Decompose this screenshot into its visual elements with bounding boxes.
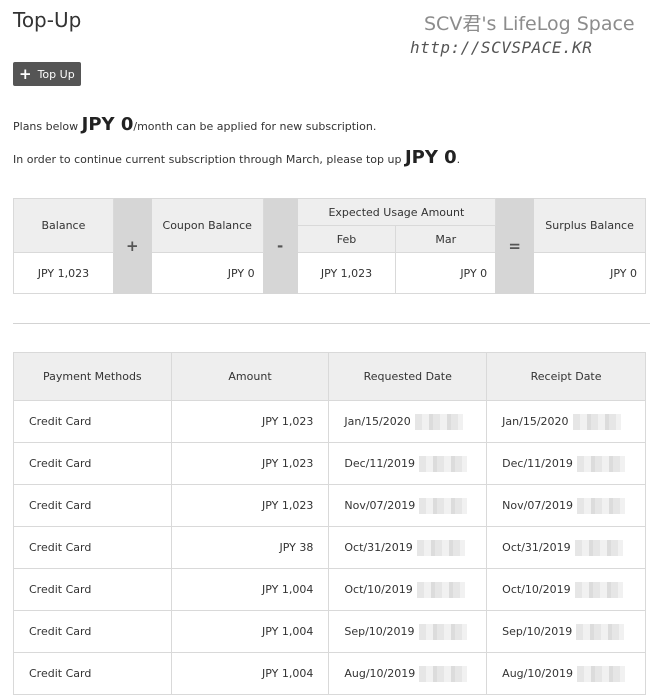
redacted-time	[416, 539, 465, 556]
payment-method: Credit Card	[13, 568, 172, 611]
redacted-time	[574, 581, 623, 598]
topup-message: In order to continue current subscriptio…	[13, 147, 460, 168]
surplus-balance-header: Surplus Balance	[533, 198, 646, 253]
payment-amount: JPY 1,023	[170, 442, 330, 485]
plus-operator: +	[112, 198, 152, 294]
page-title: Top-Up	[13, 8, 82, 32]
table-row: Credit Card JPY 1,004 Aug/10/2019 Aug/10…	[13, 652, 646, 695]
column-header-payment-methods: Payment Methods	[13, 352, 172, 401]
table-row: Credit Card JPY 1,004 Sep/10/2019 Sep/10…	[13, 610, 646, 653]
receipt-date: Oct/31/2019	[502, 540, 571, 554]
redacted-time	[419, 665, 468, 682]
requested-date: Nov/07/2019	[344, 498, 416, 512]
payment-method: Credit Card	[13, 400, 172, 443]
redacted-time	[419, 455, 468, 472]
receipt-date-cell: Oct/10/2019	[486, 568, 646, 611]
redacted-time	[577, 665, 626, 682]
balance-header: Balance	[13, 198, 114, 253]
coupon-balance-header: Coupon Balance	[150, 198, 264, 253]
redacted-time	[419, 497, 468, 514]
table-row: Credit Card JPY 38 Oct/31/2019 Oct/31/20…	[13, 526, 646, 569]
requested-date: Dec/11/2019	[344, 456, 416, 470]
top-up-button[interactable]: + Top Up	[13, 62, 81, 86]
balance-value: JPY 1,023	[13, 252, 114, 294]
payment-amount: JPY 1,023	[170, 484, 330, 527]
column-header-amount: Amount	[170, 352, 330, 401]
receipt-date: Nov/07/2019	[502, 498, 574, 512]
receipt-date: Jan/15/2020	[502, 414, 569, 428]
topup-message-amount: JPY 0	[404, 147, 457, 168]
payment-amount: JPY 1,004	[170, 652, 330, 695]
topup-message-text: In order to continue current subscriptio…	[13, 153, 405, 166]
redacted-time	[572, 413, 621, 430]
requested-date-cell: Aug/10/2019	[328, 652, 488, 695]
receipt-date: Dec/11/2019	[502, 456, 573, 470]
plan-message-text: Plans below	[13, 120, 82, 133]
receipt-date: Sep/10/2019	[502, 624, 573, 638]
expected-usage-header: Expected Usage Amount	[296, 198, 497, 226]
receipt-date-cell: Nov/07/2019	[486, 484, 646, 527]
receipt-date-cell: Dec/11/2019	[486, 442, 646, 485]
plus-icon: +	[19, 64, 32, 83]
requested-date-cell: Dec/11/2019	[328, 442, 488, 485]
requested-date-cell: Oct/31/2019	[328, 526, 488, 569]
redacted-time	[414, 413, 463, 430]
payment-method: Credit Card	[13, 526, 172, 569]
requested-date: Oct/10/2019	[344, 582, 413, 596]
payment-method: Credit Card	[13, 610, 172, 653]
payment-history-table: Payment Methods Amount Requested Date Re…	[13, 352, 646, 695]
redacted-time	[577, 497, 626, 514]
watermark-url: http://SCVSPACE.KR	[410, 38, 593, 57]
receipt-date: Oct/10/2019	[502, 582, 571, 596]
requested-date-cell: Oct/10/2019	[328, 568, 488, 611]
equals-operator: =	[495, 198, 535, 294]
surplus-balance-value: JPY 0	[533, 252, 646, 294]
watermark-title: SCV君's LifeLog Space	[424, 13, 635, 35]
feb-value: JPY 1,023	[296, 252, 397, 294]
requested-date: Sep/10/2019	[344, 624, 415, 638]
plan-message-amount: JPY 0	[81, 114, 134, 135]
payment-amount: JPY 1,023	[170, 400, 330, 443]
feb-header: Feb	[296, 225, 397, 253]
table-row: Credit Card JPY 1,004 Oct/10/2019 Oct/10…	[13, 568, 646, 611]
balance-table: Balance + Coupon Balance - Expected Usag…	[13, 198, 646, 294]
coupon-balance-value: JPY 0	[150, 252, 264, 294]
mar-header: Mar	[395, 225, 497, 253]
payment-method: Credit Card	[13, 652, 172, 695]
requested-date-cell: Jan/15/2020	[328, 400, 488, 443]
requested-date: Aug/10/2019	[344, 666, 416, 680]
redacted-time	[418, 623, 467, 640]
receipt-date: Aug/10/2019	[502, 666, 574, 680]
payment-method: Credit Card	[13, 442, 172, 485]
payment-amount: JPY 1,004	[170, 568, 330, 611]
table-row: Credit Card JPY 1,023 Nov/07/2019 Nov/07…	[13, 484, 646, 527]
payment-method: Credit Card	[13, 484, 172, 527]
payment-amount: JPY 38	[170, 526, 330, 569]
mar-value: JPY 0	[395, 252, 497, 294]
column-header-requested-date: Requested Date	[328, 352, 488, 401]
receipt-date-cell: Jan/15/2020	[486, 400, 646, 443]
redacted-time	[416, 581, 465, 598]
plan-message-suffix: /month can be applied for new subscripti…	[133, 120, 377, 133]
receipt-date-cell: Sep/10/2019	[486, 610, 646, 653]
column-header-receipt-date: Receipt Date	[486, 352, 646, 401]
plan-message: Plans below JPY 0/month can be applied f…	[13, 114, 376, 135]
top-up-button-label: Top Up	[37, 67, 75, 81]
requested-date: Jan/15/2020	[344, 414, 411, 428]
section-divider	[13, 323, 650, 324]
redacted-time	[574, 539, 623, 556]
redacted-time	[576, 455, 625, 472]
requested-date-cell: Nov/07/2019	[328, 484, 488, 527]
topup-message-suffix: .	[456, 153, 461, 166]
minus-operator: -	[262, 198, 298, 294]
receipt-date-cell: Oct/31/2019	[486, 526, 646, 569]
requested-date-cell: Sep/10/2019	[328, 610, 488, 653]
receipt-date-cell: Aug/10/2019	[486, 652, 646, 695]
redacted-time	[576, 623, 625, 640]
payment-amount: JPY 1,004	[170, 610, 330, 653]
table-row: Credit Card JPY 1,023 Jan/15/2020 Jan/15…	[13, 400, 646, 443]
requested-date: Oct/31/2019	[344, 540, 413, 554]
table-row: Credit Card JPY 1,023 Dec/11/2019 Dec/11…	[13, 442, 646, 485]
